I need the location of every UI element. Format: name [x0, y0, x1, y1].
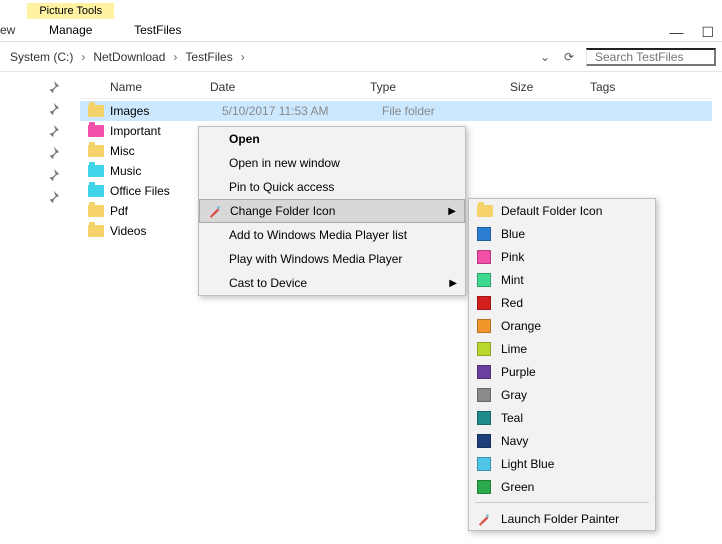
pin-icon[interactable] [46, 146, 60, 160]
submenu-color-orange[interactable]: Orange [469, 314, 655, 337]
color-swatch [477, 250, 491, 264]
ribbon-tabs: ew Picture Tools Manage TestFiles — ☐ [0, 0, 722, 42]
tab-picture-tools[interactable]: Picture Tools [27, 3, 114, 19]
submenu-color-label: Pink [501, 250, 524, 264]
color-swatch [477, 434, 491, 448]
menu-open[interactable]: Open [199, 127, 465, 151]
submenu-color-label: Gray [501, 388, 527, 402]
submenu-color-label: Light Blue [501, 457, 554, 471]
crumb-testfiles[interactable]: TestFiles [181, 48, 236, 66]
submenu-default-folder[interactable]: Default Folder Icon [469, 199, 655, 222]
color-swatch [477, 273, 491, 287]
submenu-color-label: Orange [501, 319, 541, 333]
chevron-right-icon: ▶ [449, 278, 457, 289]
submenu-color-label: Red [501, 296, 523, 310]
file-type: File folder [382, 104, 522, 118]
submenu-launch-label: Launch Folder Painter [501, 512, 619, 526]
maximize-button[interactable]: ☐ [701, 24, 714, 41]
minimize-button[interactable]: — [669, 24, 683, 41]
menu-change-folder-icon-label: Change Folder Icon [230, 204, 335, 218]
col-header-tags[interactable]: Tags [590, 80, 712, 94]
pin-icon[interactable] [46, 102, 60, 116]
history-dropdown-button[interactable]: ⌄ [536, 48, 554, 66]
submenu-color-gray[interactable]: Gray [469, 383, 655, 406]
submenu-color-label: Navy [501, 434, 528, 448]
col-header-type[interactable]: Type [370, 80, 510, 94]
context-menu: Open Open in new window Pin to Quick acc… [198, 126, 466, 296]
folder-icon [88, 105, 104, 117]
submenu-color-lime[interactable]: Lime [469, 337, 655, 360]
folder-icon [88, 185, 104, 197]
col-header-name[interactable]: Name [80, 80, 210, 94]
brush-icon [208, 204, 222, 218]
submenu-color-label: Purple [501, 365, 536, 379]
col-header-date[interactable]: Date [210, 80, 370, 94]
divider [475, 502, 649, 503]
submenu-color-mint[interactable]: Mint [469, 268, 655, 291]
folder-icon [88, 205, 104, 217]
folder-icon [88, 125, 104, 137]
file-date: 5/10/2017 11:53 AM [222, 104, 382, 118]
folder-icon [88, 165, 104, 177]
menu-change-folder-icon[interactable]: Change Folder Icon ▶ [199, 199, 465, 223]
color-swatch [477, 411, 491, 425]
submenu-color-label: Mint [501, 273, 524, 287]
submenu-color-purple[interactable]: Purple [469, 360, 655, 383]
folder-icon [477, 205, 493, 217]
pin-icon[interactable] [46, 168, 60, 182]
submenu-color-teal[interactable]: Teal [469, 406, 655, 429]
color-swatch [477, 319, 491, 333]
color-swatch [477, 227, 491, 241]
tab-view-partial[interactable]: ew [0, 23, 23, 41]
pin-icon[interactable] [46, 190, 60, 204]
submenu-default-label: Default Folder Icon [501, 204, 602, 218]
menu-pin-quick-access[interactable]: Pin to Quick access [199, 175, 465, 199]
color-swatch [477, 457, 491, 471]
submenu-color-navy[interactable]: Navy [469, 429, 655, 452]
color-swatch [477, 342, 491, 356]
submenu-color-light-blue[interactable]: Light Blue [469, 452, 655, 475]
chevron-right-icon[interactable]: › [81, 50, 85, 64]
chevron-right-icon[interactable]: › [241, 50, 245, 64]
quick-access-pane [0, 72, 70, 544]
pin-icon[interactable] [46, 80, 60, 94]
submenu-color-green[interactable]: Green [469, 475, 655, 498]
folder-icon [88, 145, 104, 157]
brush-icon [477, 512, 491, 526]
breadcrumb: System (C:) › NetDownload › TestFiles › [6, 48, 528, 66]
color-swatch [477, 296, 491, 310]
menu-open-new-window[interactable]: Open in new window [199, 151, 465, 175]
file-row[interactable]: Images5/10/2017 11:53 AMFile folder [80, 101, 712, 121]
submenu-color-blue[interactable]: Blue [469, 222, 655, 245]
color-submenu: Default Folder Icon Blue Pink Mint Red Orang… [468, 198, 656, 531]
file-name-label: Images [110, 104, 222, 118]
submenu-color-red[interactable]: Red [469, 291, 655, 314]
submenu-launch-painter[interactable]: Launch Folder Painter [469, 507, 655, 530]
col-header-size[interactable]: Size [510, 80, 590, 94]
window-title: TestFiles [118, 19, 197, 41]
menu-cast-to-device[interactable]: Cast to Device ▶ [199, 271, 465, 295]
chevron-right-icon: ▶ [448, 206, 456, 217]
submenu-color-label: Green [501, 480, 534, 494]
chevron-right-icon[interactable]: › [173, 50, 177, 64]
menu-play-wmp[interactable]: Play with Windows Media Player [199, 247, 465, 271]
submenu-color-label: Blue [501, 227, 525, 241]
color-swatch [477, 388, 491, 402]
submenu-color-pink[interactable]: Pink [469, 245, 655, 268]
color-swatch [477, 365, 491, 379]
crumb-netdownload[interactable]: NetDownload [89, 48, 169, 66]
submenu-color-label: Teal [501, 411, 523, 425]
color-swatch [477, 480, 491, 494]
search-input[interactable] [586, 48, 716, 66]
address-bar: System (C:) › NetDownload › TestFiles › … [0, 42, 722, 72]
menu-cast-label: Cast to Device [229, 276, 307, 290]
menu-add-wmp-list[interactable]: Add to Windows Media Player list [199, 223, 465, 247]
folder-icon [88, 225, 104, 237]
refresh-button[interactable]: ⟳ [560, 48, 578, 66]
column-headers: Name Date Type Size Tags [80, 76, 712, 99]
tab-manage[interactable]: Manage [33, 19, 108, 41]
pin-icon[interactable] [46, 124, 60, 138]
crumb-system[interactable]: System (C:) [6, 48, 77, 66]
submenu-color-label: Lime [501, 342, 527, 356]
